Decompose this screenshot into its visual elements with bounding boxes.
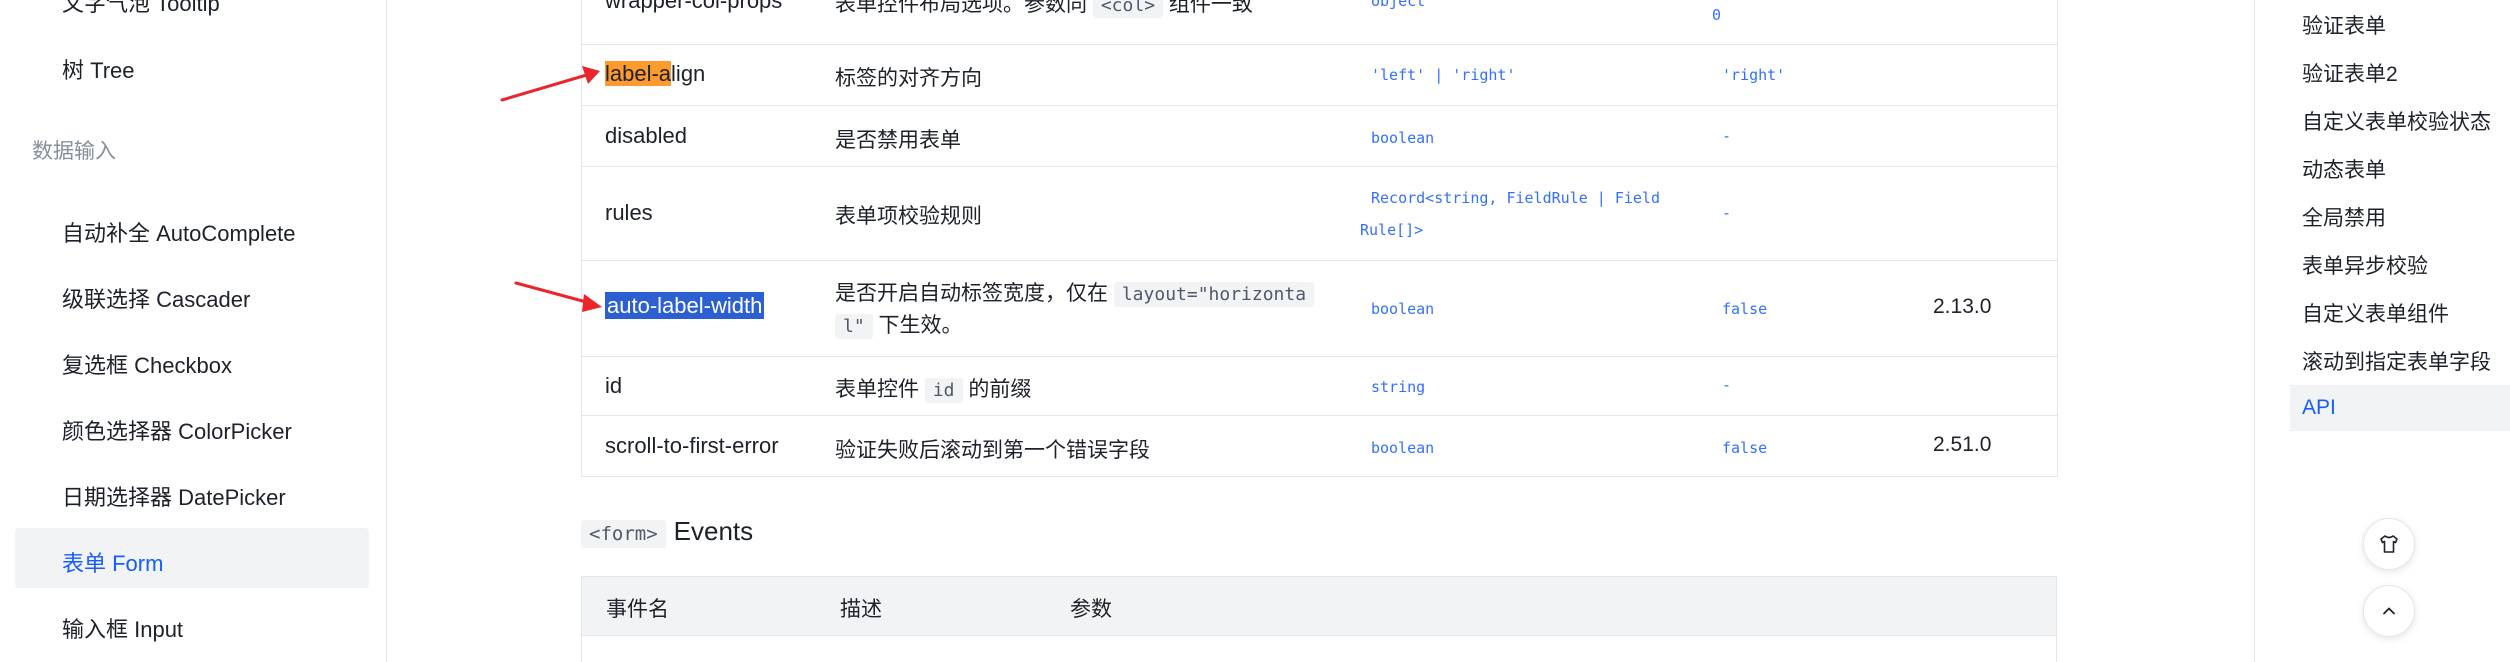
inline-code: id [924,378,963,403]
prop-name: auto-label-width [605,292,765,319]
table-row [581,45,2057,106]
back-to-top-button[interactable] [2363,585,2415,637]
chevron-up-icon [2383,607,2395,615]
toc-item-api[interactable]: API [2302,396,2336,420]
prop-type: object [1371,0,1426,10]
col-header-desc: 描述 [840,598,882,621]
prop-desc-text: 是否开启自动标签宽度，仅在 [835,282,1108,305]
tshirt-icon [2380,535,2398,553]
prop-desc: 表单项校验规则 [835,205,982,228]
sidebar-item-checkbox[interactable]: 复选框 Checkbox [62,348,232,380]
toc-item[interactable]: 验证表单 [2302,10,2386,40]
toc-item[interactable]: 表单异步校验 [2302,250,2428,280]
toc-item[interactable]: 验证表单2 [2302,58,2398,88]
prop-type: Record<string, FieldRule | Field [1371,189,1660,207]
events-table-body [581,636,2057,662]
search-highlight: label-a [605,61,672,86]
prop-name: disabled [605,123,687,148]
sidebar-item-autocomplete[interactable]: 自动补全 AutoComplete [62,216,296,248]
prop-default: - [1722,127,1732,145]
toc-item[interactable]: 自定义表单组件 [2302,298,2449,328]
prop-version: 2.51.0 [1933,433,1992,456]
prop-desc-text: 组件一致 [1168,0,1253,16]
sidebar-nav: 文字气泡 Tooltip 树 Tree 数据输入 自动补全 AutoComple… [0,0,387,662]
toc-item[interactable]: 滚动到指定表单字段 [2302,346,2491,376]
prop-desc: 标签的对齐方向 [835,67,982,90]
table-row [581,357,2057,416]
annotation-arrow-icon [500,66,600,102]
annotation-arrow-icon [514,281,602,312]
table-row [581,261,2057,357]
prop-type-wrap: Rule[]> [1360,221,1424,239]
prop-desc-text: 的前缀 [968,378,1032,401]
prop-desc-text: 表单控件 [835,378,919,401]
col-header-params: 参数 [1070,598,1112,621]
prop-name: id [605,373,623,398]
theme-button[interactable] [2363,518,2415,570]
prop-name: scroll-to-first-error [605,433,779,458]
events-heading: <form> Events [581,516,754,548]
sidebar-item-form[interactable]: 表单 Form [62,546,163,578]
inline-code: layout="horizonta [1113,282,1315,307]
text-selection: auto-label-width [605,292,765,319]
prop-name-rest: lign [671,61,706,86]
prop-desc: 是否开启自动标签宽度，仅在 layout="horizonta [835,277,1315,307]
prop-default: 0 [1712,6,1722,24]
prop-version: 2.13.0 [1933,295,1992,318]
events-title-text: Events [673,516,754,546]
events-tag-code: <form> [581,520,666,548]
sidebar-item-input[interactable]: 输入框 Input [62,612,183,644]
table-row [581,416,2057,477]
col-header-event-name: 事件名 [606,598,669,621]
prop-name: wrapper-col-props [605,0,783,13]
prop-desc: 是否禁用表单 [835,129,961,152]
prop-desc: 验证失败后滚动到第一个错误字段 [835,439,1150,462]
prop-type: 'left' | 'right' [1371,66,1516,84]
toc-item[interactable]: 动态表单 [2302,154,2386,184]
table-row [581,167,2057,261]
table-row [581,0,2057,45]
inline-code: l" [835,314,873,339]
sidebar-item-tree[interactable]: 树 Tree [62,53,135,85]
prop-name: label-align [605,61,705,87]
prop-desc: 表单控件 id 的前缀 [835,373,1031,403]
prop-default: 'right' [1722,66,1786,84]
prop-type: boolean [1371,300,1435,318]
sidebar-item-tooltip[interactable]: 文字气泡 Tooltip [62,0,220,18]
prop-desc-line2: l" 下生效。 [835,309,963,339]
table-row [581,106,2057,167]
prop-desc: 表单控件布局选项。参数同 <col> 组件一致 [835,0,1253,18]
toc-item[interactable]: 全局禁用 [2302,202,2386,232]
prop-default: false [1722,439,1768,457]
sidebar-item-cascader[interactable]: 级联选择 Cascader [62,282,250,314]
prop-desc-text: 下生效。 [878,314,963,337]
prop-desc-text: 表单控件布局选项。参数同 [835,0,1087,16]
events-table-header: 事件名 描述 参数 [581,576,2057,636]
sidebar-group-label: 数据输入 [32,140,116,163]
prop-default: false [1722,300,1768,318]
table-border-right [2057,0,2058,477]
prop-name: rules [605,200,653,225]
toc-item[interactable]: 自定义表单校验状态 [2302,106,2491,136]
sidebar-item-datepicker[interactable]: 日期选择器 DatePicker [62,480,286,512]
prop-default: - [1722,376,1732,394]
prop-default: - [1722,204,1732,222]
prop-type: boolean [1371,439,1435,457]
sidebar-item-colorpicker[interactable]: 颜色选择器 ColorPicker [62,414,292,446]
prop-type: boolean [1371,129,1435,147]
prop-type: string [1371,378,1426,396]
inline-code: <col> [1092,0,1164,18]
